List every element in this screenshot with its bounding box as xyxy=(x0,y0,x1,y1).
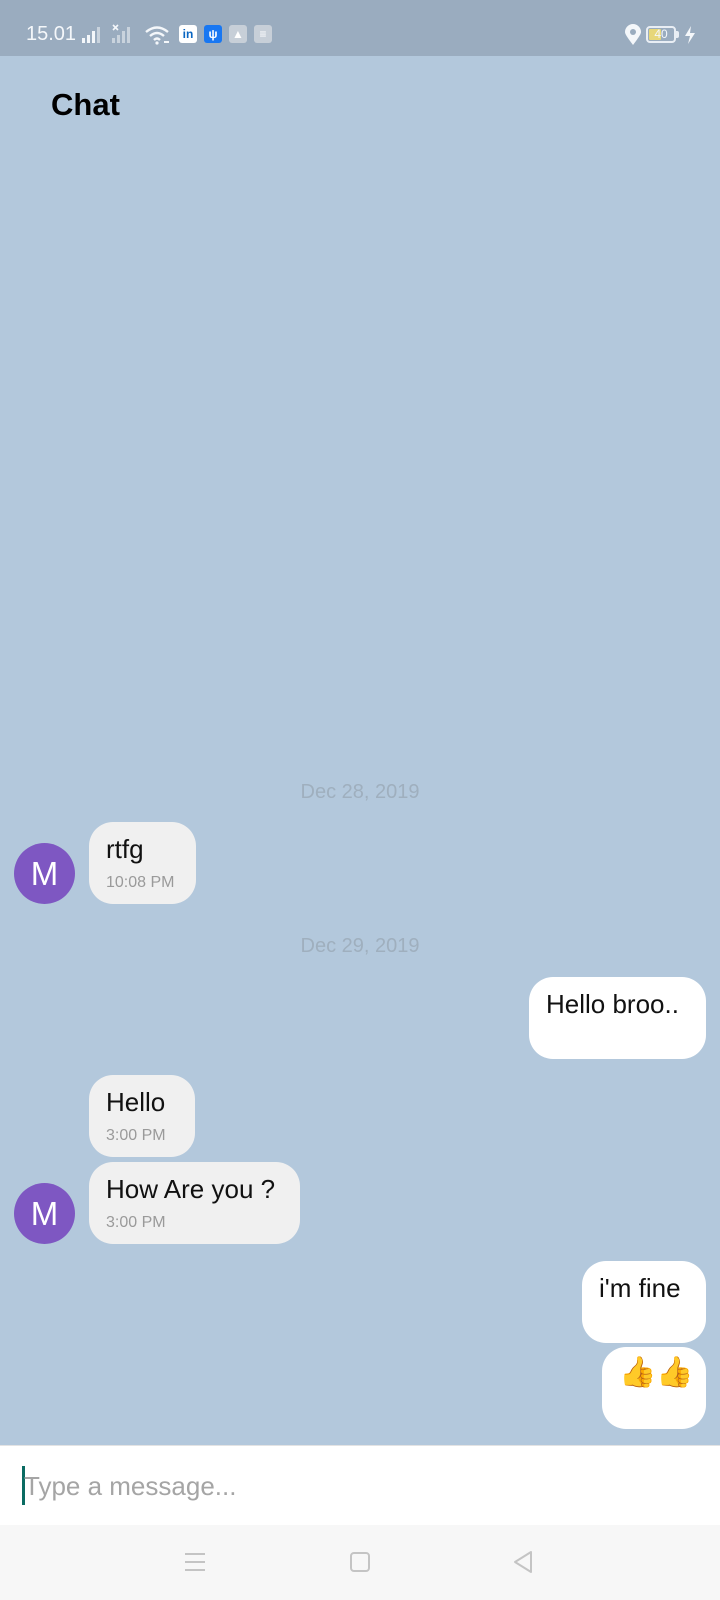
message-text: Hello xyxy=(106,1087,166,1117)
message-time: 3:00 PM xyxy=(106,1127,166,1144)
battery-level: 40 xyxy=(654,27,668,41)
battery-tip xyxy=(676,31,679,38)
system-nav-bar xyxy=(0,1525,720,1600)
message-bubble-incoming[interactable]: rtfg 10:08 PM xyxy=(89,822,196,904)
signal-icon xyxy=(82,27,100,43)
message-bubble-outgoing[interactable]: Hello broo.. xyxy=(529,977,706,1059)
message-text: rtfg xyxy=(106,834,144,864)
message-time: 10:08 PM xyxy=(106,874,175,891)
signal-no-service-icon xyxy=(112,24,130,43)
message-text: How Are you ? xyxy=(106,1174,276,1204)
message-bubble-incoming[interactable]: Hello 3:00 PM xyxy=(89,1075,195,1157)
drive-icon: ▲ xyxy=(229,25,247,43)
home-icon[interactable] xyxy=(345,1547,375,1577)
status-time: 15.01 xyxy=(26,23,77,45)
usb-icon: ψ xyxy=(204,25,222,43)
message-text: Hello broo.. xyxy=(546,989,679,1019)
wifi-icon xyxy=(145,26,169,45)
avatar[interactable]: M xyxy=(14,1183,75,1244)
layers-icon: ≡ xyxy=(254,25,272,43)
message-composer xyxy=(0,1445,720,1525)
message-bubble-incoming[interactable]: How Are you ? 3:00 PM xyxy=(89,1162,300,1244)
location-icon xyxy=(625,24,641,45)
date-separator: Dec 28, 2019 xyxy=(300,781,420,803)
page-title: Chat xyxy=(51,87,120,122)
message-input[interactable] xyxy=(24,1458,704,1514)
back-icon[interactable] xyxy=(508,1547,538,1577)
thumbs-up-emoji: 👍👍 xyxy=(619,1356,694,1389)
message-bubble-outgoing[interactable]: 👍👍 xyxy=(602,1347,706,1429)
date-separator: Dec 29, 2019 xyxy=(300,935,420,957)
message-time: 3:00 PM xyxy=(106,1214,166,1231)
linkedin-icon: in xyxy=(179,25,197,43)
battery-icon: 40 xyxy=(646,26,676,43)
status-bar: 15.01 in ψ ▲ ≡ 40 xyxy=(0,0,720,56)
message-bubble-outgoing[interactable]: i'm fine xyxy=(582,1261,706,1343)
menu-icon[interactable] xyxy=(180,1547,210,1577)
charging-icon xyxy=(685,26,695,44)
avatar[interactable]: M xyxy=(14,843,75,904)
message-text: i'm fine xyxy=(599,1273,681,1303)
